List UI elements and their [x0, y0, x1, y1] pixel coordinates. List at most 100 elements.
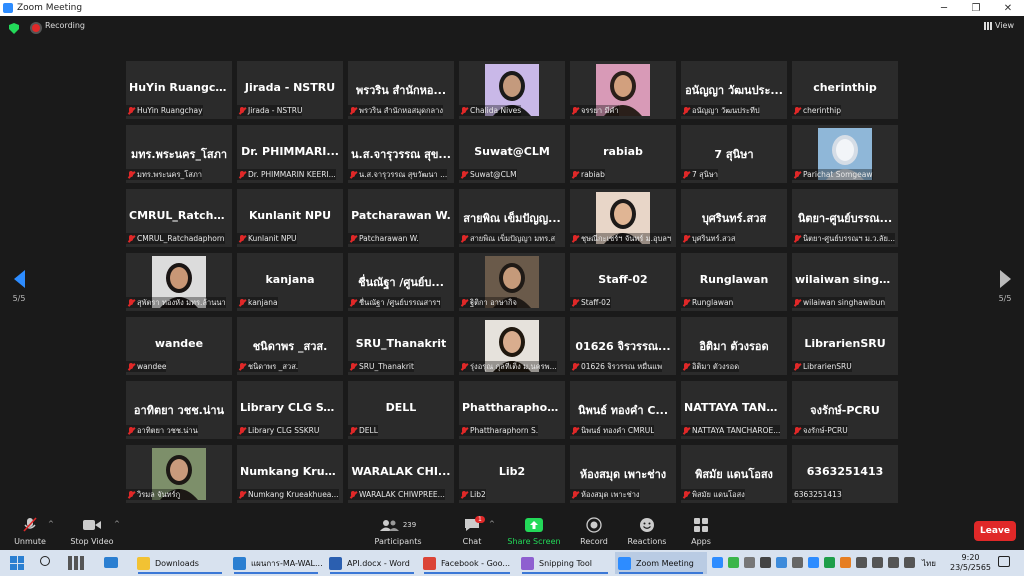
taskbar-app-button[interactable]: แผนการ-MA-WAL...: [230, 552, 322, 574]
participant-tile[interactable]: rabiab rabiab: [570, 125, 676, 183]
participant-tile[interactable]: DELL DELL: [348, 381, 454, 439]
share-screen-button[interactable]: Share Screen: [504, 516, 564, 546]
participant-tile[interactable]: พรวริน สำนักหอ... พรวริน สำนักหอสมุดกลาง: [348, 61, 454, 119]
tray-onedrive-icon[interactable]: [792, 557, 803, 568]
participant-tile[interactable]: SRU_Thanakrit SRU_Thanakrit: [348, 317, 454, 375]
participant-name-label: Numkang Krueakhuea...: [237, 489, 339, 500]
taskbar-app-button[interactable]: Snipping Tool: [518, 552, 612, 574]
tray-battery-icon[interactable]: [872, 557, 883, 568]
taskbar-app-button[interactable]: API.docx - Word: [326, 552, 418, 574]
participant-tile[interactable]: จงรักษ์-PCRU จงรักษ์-PCRU: [792, 381, 898, 439]
video-options-caret[interactable]: ^: [114, 520, 120, 528]
participant-tile[interactable]: บุศรินทร์.สวส บุศรินทร์.สวส: [681, 189, 787, 247]
previous-page-button[interactable]: 5/5: [9, 270, 29, 303]
close-button[interactable]: ✕: [994, 0, 1022, 16]
taskbar-app-button[interactable]: Downloads: [134, 552, 226, 574]
participant-tile[interactable]: สุพัตรา ทองหัง มทร.ล้านนา: [126, 253, 232, 311]
participant-display-name: จงรักษ์-PCRU: [810, 404, 880, 417]
participant-tile[interactable]: kanjana kanjana: [237, 253, 343, 311]
participant-tile[interactable]: Chalida Nives: [459, 61, 565, 119]
next-page-button[interactable]: 5/5: [995, 270, 1015, 303]
participant-tile[interactable]: wandee wandee: [126, 317, 232, 375]
windows-start-icon[interactable]: [10, 556, 24, 570]
taskbar-running-indicator: [330, 572, 414, 574]
system-clock[interactable]: 9:20 23/5/2565: [950, 553, 991, 573]
participant-tile[interactable]: Dr. PHIMMARI... Dr. PHIMMARIN KEERI...: [237, 125, 343, 183]
participant-tile[interactable]: ห้องสมุด เพาะช่าง ห้องสมุด เพาะช่าง: [570, 445, 676, 503]
participant-tile[interactable]: นิพนธ์ ทองคำ C... นิพนธ์ ทองคำ CMRUL: [570, 381, 676, 439]
encryption-shield-icon[interactable]: [9, 23, 19, 34]
participant-tile[interactable]: 7 สุนิษา 7 สุนิษา: [681, 125, 787, 183]
taskbar-app-button[interactable]: Facebook - Goo...: [420, 552, 514, 574]
minimize-button[interactable]: ─: [930, 0, 958, 16]
participant-name-label: 01626 จิรวรรณ หมื่นแพ: [570, 361, 663, 372]
participant-tile[interactable]: อิติมา ตัวงรอด อิติมา ตัวงรอด: [681, 317, 787, 375]
reactions-button[interactable]: Reactions: [617, 516, 677, 546]
tray-volume-icon[interactable]: [904, 557, 915, 568]
participant-tile[interactable]: CMRUL_Ratcha... CMRUL_Ratchadaphorn: [126, 189, 232, 247]
participant-tile[interactable]: ชนิดาพร _สวส. ชนิดาพร _สวส.: [237, 317, 343, 375]
participant-tile[interactable]: NATTAYA TANC... NATTAYA TANCHAROE...: [681, 381, 787, 439]
tray-app2-icon[interactable]: [808, 557, 819, 568]
participant-tile[interactable]: วิรมล จันทร์กู: [126, 445, 232, 503]
tray-app3-icon[interactable]: [840, 557, 851, 568]
tray-zoom-icon[interactable]: [712, 557, 723, 568]
maximize-button[interactable]: ❐: [962, 0, 990, 16]
participant-tile[interactable]: Staff-02 Staff-02: [570, 253, 676, 311]
participant-tile[interactable]: cherinthip cherinthip: [792, 61, 898, 119]
participant-tile[interactable]: Kunlanit NPU Kunlanit NPU: [237, 189, 343, 247]
participant-tile[interactable]: Parichat Somgeaw: [792, 125, 898, 183]
participant-display-name: WARALAK CHI...: [351, 465, 451, 478]
apps-button[interactable]: Apps: [671, 516, 731, 546]
task-view-icon[interactable]: [68, 556, 84, 570]
tray-cloud-icon[interactable]: [776, 557, 787, 568]
input-language[interactable]: ไทย: [922, 557, 936, 570]
participants-button[interactable]: 239 Participants: [368, 516, 428, 546]
participant-tile[interactable]: Library CLG SSK... Library CLG SSKRU: [237, 381, 343, 439]
participant-tile[interactable]: น.ส.จารุวรรณ สุข... น.ส.จารุวรรณ สุขวัฒนา…: [348, 125, 454, 183]
chat-button[interactable]: 1 Chat: [442, 516, 502, 546]
participant-name-text: DELL: [359, 426, 378, 435]
search-icon[interactable]: [40, 556, 50, 566]
participant-tile[interactable]: มทร.พระนคร_โสภา มทร.พระนคร_โสภา: [126, 125, 232, 183]
audio-options-caret[interactable]: ^: [48, 520, 54, 528]
participant-tile[interactable]: HuYin Ruangchay HuYin Ruangchay: [126, 61, 232, 119]
participant-tile[interactable]: LibrarienSRU LibrarienSRU: [792, 317, 898, 375]
participant-tile[interactable]: Runglawan Runglawan: [681, 253, 787, 311]
participant-tile[interactable]: WARALAK CHI... WARALAK CHIWPREE...: [348, 445, 454, 503]
record-button[interactable]: Record: [564, 516, 624, 546]
participant-tile[interactable]: จรรยา มีคำ: [570, 61, 676, 119]
mail-icon[interactable]: [104, 557, 118, 568]
participant-tile[interactable]: wilaiwan singha... wilaiwan singhawibun: [792, 253, 898, 311]
participant-display-name: Runglawan: [699, 273, 769, 286]
participant-tile[interactable]: นิตยา-ศูนย์บรรณ... นิตยา-ศูนย์บรรณฯ ม.ว.ล…: [792, 189, 898, 247]
participant-tile[interactable]: Phattharaphorn... Phattharaphorn S.: [459, 381, 565, 439]
participant-tile[interactable]: รุ่งอรุณ กุลทีเติ่ง ม.นครพ...: [459, 317, 565, 375]
participant-tile[interactable]: 6363251413 6363251413: [792, 445, 898, 503]
participant-tile[interactable]: 01626 จิรวรรณ... 01626 จิรวรรณ หมื่นแพ: [570, 317, 676, 375]
participant-tile[interactable]: ชื่นณัฐา /ศูนย์บ... ชื่นณัฐา /ศูนย์บรรณสา…: [348, 253, 454, 311]
participant-tile[interactable]: ชุษณีกะเซร์ฯ จันทร์ ม.อุบลฯ: [570, 189, 676, 247]
tray-app-icon[interactable]: [744, 557, 755, 568]
participant-tile[interactable]: อาทิตยา วชช.น่าน อาทิตยา วชช.น่าน: [126, 381, 232, 439]
participant-tile[interactable]: Numkang Krue... Numkang Krueakhuea...: [237, 445, 343, 503]
participant-tile[interactable]: พิสมัย แดนโอสง พิสมัย แดนโอสง: [681, 445, 787, 503]
participant-tile[interactable]: Suwat@CLM Suwat@CLM: [459, 125, 565, 183]
participant-tile[interactable]: อนัญญา วัฒนประ... อนัญญา วัฒนประทีป: [681, 61, 787, 119]
notification-center-icon[interactable]: [998, 556, 1010, 567]
participant-name-label: rabiab: [570, 169, 605, 180]
view-button[interactable]: View: [984, 21, 1014, 30]
participant-tile[interactable]: สายพิณ เข็มปัญญ... สายพิณ เข็มปัญญา มทร.ส: [459, 189, 565, 247]
leave-button[interactable]: Leave: [974, 521, 1016, 541]
stop-video-button[interactable]: Stop Video: [62, 516, 122, 546]
tray-security-icon[interactable]: [824, 557, 835, 568]
tray-wifi-icon[interactable]: [888, 557, 899, 568]
participant-tile[interactable]: ฐิติกา อาษากิจ: [459, 253, 565, 311]
tray-mic-icon[interactable]: [856, 557, 867, 568]
tray-settings-icon[interactable]: [760, 557, 771, 568]
tray-drive-icon[interactable]: [728, 557, 739, 568]
participant-tile[interactable]: Lib2 Lib2: [459, 445, 565, 503]
participant-tile[interactable]: Jirada - NSTRU Jirada - NSTRU: [237, 61, 343, 119]
taskbar-app-button[interactable]: Zoom Meeting: [615, 552, 707, 574]
participant-tile[interactable]: Patcharawan W. Patcharawan W.: [348, 189, 454, 247]
